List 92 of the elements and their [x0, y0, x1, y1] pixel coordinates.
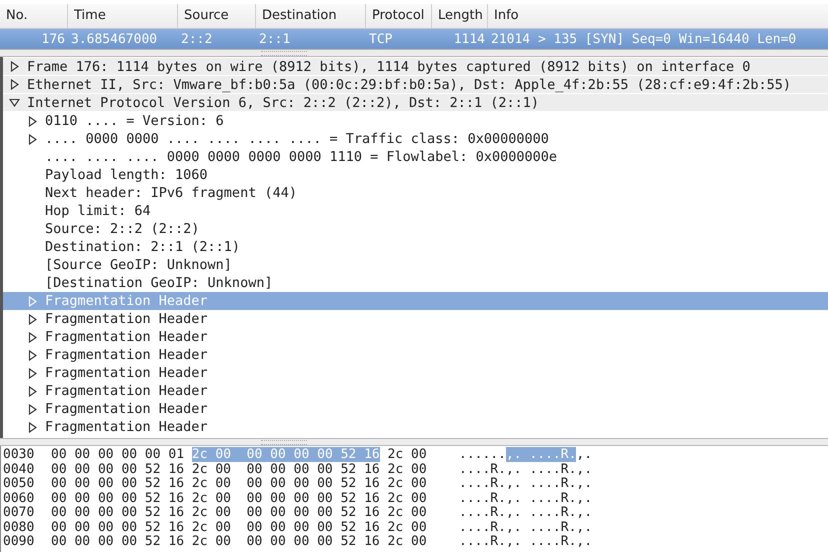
- tree-item-label: Fragmentation Header: [45, 329, 208, 345]
- column-header[interactable]: Info: [488, 4, 828, 28]
- tree-row[interactable]: Payload length: 1060: [3, 166, 828, 184]
- byte-offset: 0060: [2, 492, 36, 506]
- tree-item-label: Fragmentation Header: [45, 293, 208, 309]
- column-header[interactable]: No.: [0, 4, 68, 28]
- expander-right-icon[interactable]: [27, 386, 38, 396]
- table-cell: 2::1: [259, 32, 290, 46]
- tree-row[interactable]: [Source GeoIP: Unknown]: [3, 256, 828, 274]
- tree-row[interactable]: [Destination GeoIP: Unknown]: [3, 274, 828, 292]
- tree-row[interactable]: .... 0000 0000 .... .... .... .... = Traffic class: 0x00000000: [3, 130, 828, 148]
- hex-bytes: 00 00 00 00 52 16 2c 00 00 00 00 00 52 16 2c 00: [51, 462, 427, 476]
- tree-item-label: Payload length: 1060: [45, 167, 208, 183]
- column-header[interactable]: Source: [178, 4, 256, 28]
- tree-row[interactable]: Destination: 2::1 (2::1): [3, 238, 828, 256]
- tree-item-label: [Destination GeoIP: Unknown]: [45, 275, 273, 291]
- tree-item-label: Fragmentation Header: [45, 347, 208, 363]
- tree-item-label: Fragmentation Header: [45, 311, 208, 327]
- hex-bytes: 00 00 00 00 52 16 2c 00 00 00 00 00 52 16 2c 00: [51, 476, 427, 491]
- expander-right-icon[interactable]: [27, 422, 38, 432]
- byte-offset: 0040: [2, 462, 36, 477]
- expander-right-icon[interactable]: [27, 332, 38, 342]
- table-cell: 1114: [454, 32, 485, 46]
- tree-row[interactable]: 0110 .... = Version: 6: [3, 112, 828, 130]
- column-header[interactable]: Destination: [256, 4, 366, 28]
- ascii-bytes: ....R.,. ....R.,.: [459, 534, 592, 549]
- tree-item-label: Hop limit: 64: [45, 203, 151, 219]
- tree-row[interactable]: Fragmentation Header: [3, 364, 828, 382]
- tree-item-label: Internet Protocol Version 6, Src: 2::2 (2::2), Dst: 2::1 (2::1): [27, 94, 540, 110]
- ascii-bytes: ....R.,. ....R.,.: [459, 505, 592, 520]
- tree-row[interactable]: Source: 2::2 (2::2): [3, 220, 828, 238]
- expander-right-icon[interactable]: [9, 79, 20, 90]
- tree-row[interactable]: Frame 176: 1114 bytes on wire (8912 bits), 1114 bytes captured (8912 bits) on interface 0: [3, 58, 828, 76]
- ascii-bytes: ....R.,. ....R.,.: [459, 476, 592, 491]
- byte-offset: 0030: [2, 448, 36, 462]
- ascii-bytes: ......: [459, 447, 506, 462]
- ascii-bytes: ,. ....R.: [506, 447, 576, 462]
- tree-row[interactable]: .... .... .... 0000 0000 0000 0000 1110 = Flowlabel: 0x0000000e: [3, 148, 828, 166]
- tree-item-label: [Source GeoIP: Unknown]: [45, 257, 232, 273]
- tree-item-label: Next header: IPv6 fragment (44): [45, 185, 297, 201]
- tree-item-label: Ethernet II, Src: Vmware_bf:b0:5a (00:0c:29:bf:b0:5a), Dst: Apple_4f:2b:55 (28:cf:e9:4f:2b:55): [27, 76, 792, 92]
- tree-row[interactable]: Fragmentation Header: [3, 418, 828, 436]
- table-cell: 21014 > 135 [SYN] Seq=0 Win=16440 Len=0: [491, 32, 796, 46]
- tree-row[interactable]: Internet Protocol Version 6, Src: 2::2 (2::2), Dst: 2::1 (2::1): [3, 94, 828, 112]
- tree-item-label: Fragmentation Header: [45, 401, 208, 417]
- expander-right-icon[interactable]: [9, 61, 20, 72]
- expander-right-icon[interactable]: [27, 314, 38, 324]
- tree-item-label: Fragmentation Header: [45, 365, 208, 381]
- hex-bytes: 00 00 00 00 52 16 2c 00 00 00 00 00 52 16 2c 00: [51, 520, 427, 534]
- hex-bytes: 00 00 00 00 52 16 2c 00 00 00 00 00 52 16 2c 00: [51, 534, 427, 549]
- tree-row[interactable]: Fragmentation Header: [3, 328, 828, 346]
- expander-right-icon[interactable]: [27, 404, 38, 414]
- table-cell: 176: [42, 32, 65, 46]
- expander-right-icon[interactable]: [27, 368, 38, 378]
- byte-offset: 0080: [2, 520, 36, 535]
- byte-offset: 0050: [2, 477, 36, 492]
- hex-bytes: 00 00 00 00 00 01: [51, 447, 186, 462]
- expander-right-icon[interactable]: [27, 116, 38, 126]
- tree-item-label: Frame 176: 1114 bytes on wire (8912 bits), 1114 bytes captured (8912 bits) on interface 0: [27, 58, 750, 74]
- tree-item-label: Fragmentation Header: [45, 383, 208, 399]
- tree-row[interactable]: Next header: IPv6 fragment (44): [3, 184, 828, 202]
- expander-down-icon[interactable]: [9, 97, 20, 108]
- hex-bytes: 2c 00: [386, 447, 427, 462]
- tree-item-label: 0110 .... = Version: 6: [45, 113, 224, 129]
- table-cell: 3.685467000: [71, 32, 158, 46]
- table-cell: 2::2: [181, 32, 212, 46]
- table-cell: TCP: [369, 32, 392, 46]
- tree-row[interactable]: Ethernet II, Src: Vmware_bf:b0:5a (00:0c:29:bf:b0:5a), Dst: Apple_4f:2b:55 (28:cf:e9:4f:2b:55): [3, 76, 828, 94]
- expander-right-icon[interactable]: [27, 134, 38, 144]
- column-header[interactable]: Protocol: [366, 4, 432, 28]
- tree-row[interactable]: Fragmentation Header: [3, 382, 828, 400]
- ascii-bytes: ,.: [576, 447, 592, 462]
- expander-right-icon[interactable]: [27, 350, 38, 360]
- ascii-bytes: ....R.,. ....R.,.: [459, 490, 592, 506]
- ascii-bytes: ....R.,. ....R.,.: [459, 520, 592, 534]
- tree-item-label: .... 0000 0000 .... .... .... .... = Traffic class: 0x00000000: [45, 131, 549, 147]
- tree-item-label: .... .... .... 0000 0000 0000 0000 1110 = Flowlabel: 0x0000000e: [45, 149, 558, 165]
- tree-row[interactable]: Fragmentation Header: [3, 400, 828, 418]
- tree-row[interactable]: Fragmentation Header: [3, 310, 828, 328]
- hex-bytes: 00 00 00 00 52 16 2c 00 00 00 00 00 52 16 2c 00: [51, 490, 427, 506]
- column-header[interactable]: Length: [432, 4, 488, 28]
- tree-item-label: Destination: 2::1 (2::1): [45, 239, 240, 255]
- tree-row[interactable]: Fragmentation Header: [3, 346, 828, 364]
- ascii-bytes: ....R.,. ....R.,.: [459, 462, 592, 476]
- byte-offset: 0090: [2, 535, 36, 550]
- tree-item-label: Source: 2::2 (2::2): [45, 221, 200, 237]
- tree-row[interactable]: Hop limit: 64: [3, 202, 828, 220]
- column-header[interactable]: Time: [68, 4, 178, 28]
- tree-item-label: Fragmentation Header: [45, 419, 208, 435]
- hex-bytes: 2c 00 00 00 00 00 52 16: [192, 447, 380, 462]
- hex-bytes: 00 00 00 00 52 16 2c 00 00 00 00 00 52 16 2c 00: [51, 505, 427, 520]
- byte-offset: 0070: [2, 506, 36, 520]
